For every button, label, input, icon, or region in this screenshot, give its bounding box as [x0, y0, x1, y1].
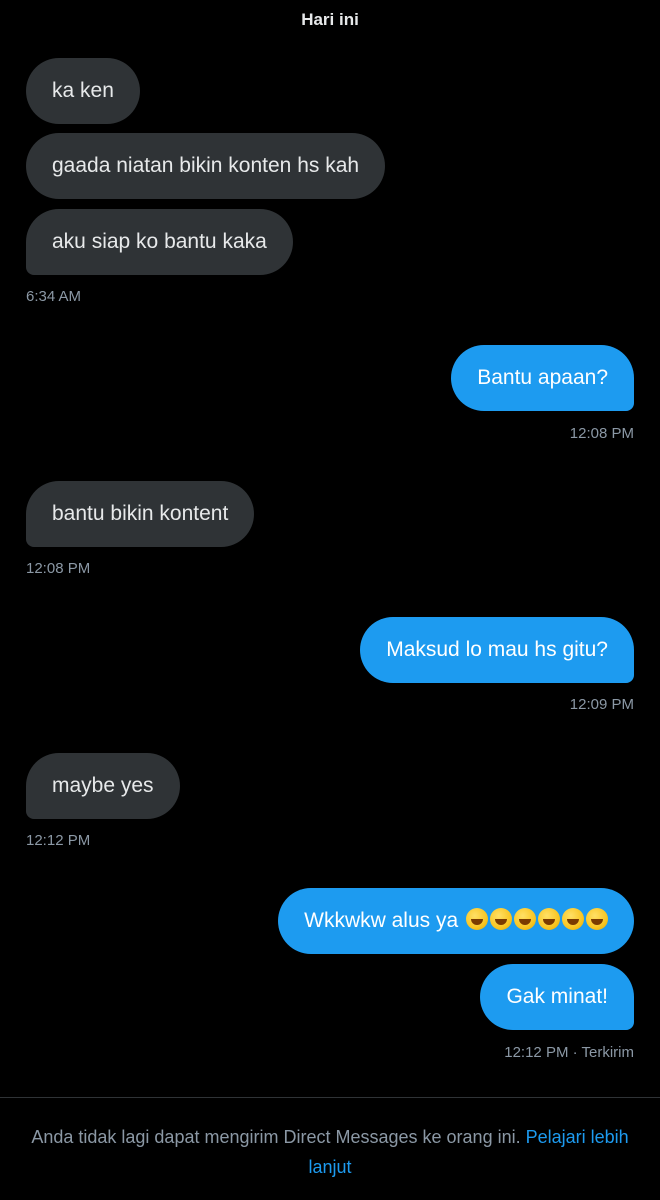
message-bubble-incoming[interactable]: maybe yes	[26, 753, 180, 819]
message-bubble-outgoing[interactable]: Bantu apaan?	[451, 345, 634, 411]
message-timestamp: 12:12 PM	[26, 832, 91, 849]
message-timestamp-status: 12:12 PM · Terkirim	[504, 1044, 634, 1061]
date-separator: Hari ini	[301, 10, 359, 29]
message-bubble-incoming[interactable]: bantu bikin kontent	[26, 481, 255, 547]
rolling-on-floor-laughing-icon	[586, 908, 608, 930]
message-bubble-incoming[interactable]: ka ken	[26, 58, 140, 124]
message-timestamp: 6:34 AM	[26, 288, 82, 305]
message-text: Wkkwkw alus ya	[304, 909, 464, 932]
rolling-on-floor-laughing-icon	[466, 908, 488, 930]
message-bubble-outgoing[interactable]: Maksud lo mau hs gitu?	[360, 617, 634, 683]
rolling-on-floor-laughing-icon	[514, 908, 536, 930]
rolling-on-floor-laughing-icon	[562, 908, 584, 930]
message-timestamp: 12:09 PM	[569, 696, 634, 713]
message-timestamp: 12:08 PM	[26, 560, 91, 577]
message-bubble-outgoing[interactable]: Wkkwkw alus ya	[278, 888, 634, 954]
message-bubble-incoming[interactable]: aku siap ko bantu kaka	[26, 209, 293, 275]
rolling-on-floor-laughing-icon	[490, 908, 512, 930]
rolling-on-floor-laughing-icon	[538, 908, 560, 930]
dm-restricted-notice: Anda tidak lagi dapat mengirim Direct Me…	[20, 1122, 640, 1182]
message-bubble-incoming[interactable]: gaada niatan bikin konten hs kah	[26, 133, 386, 199]
footer-divider	[0, 1097, 660, 1098]
emoji-group	[464, 908, 608, 932]
message-timestamp: 12:08 PM	[569, 425, 634, 442]
message-bubble-outgoing[interactable]: Gak minat!	[480, 964, 634, 1030]
notice-text: Anda tidak lagi dapat mengirim Direct Me…	[31, 1127, 526, 1147]
